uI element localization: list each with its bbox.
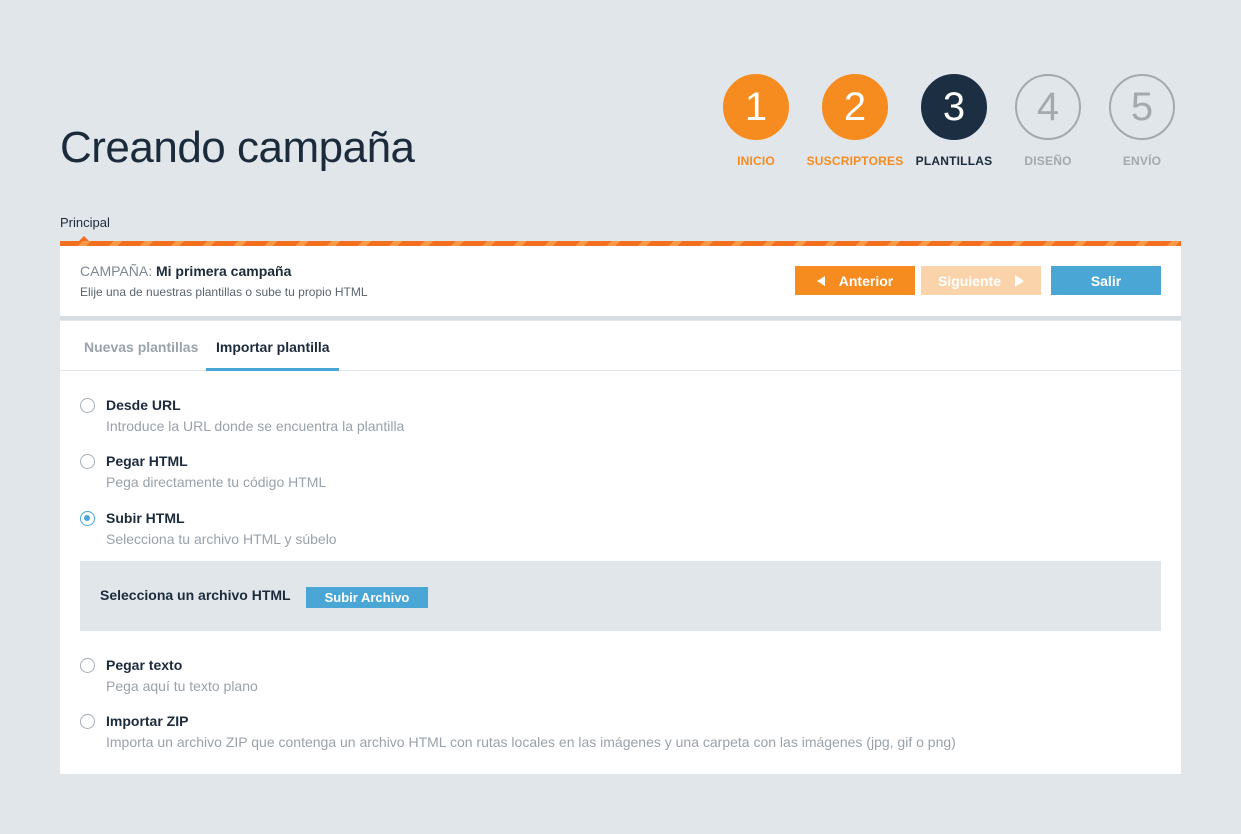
previous-label: Anterior (838, 272, 894, 289)
radio-subir-html[interactable] (80, 511, 95, 526)
upload-file-button[interactable]: Subir Archivo (306, 587, 428, 608)
step-label: INICIO (737, 154, 775, 168)
option-title: Pegar HTML (106, 453, 188, 469)
step-envio[interactable]: 5 ENVÍO (1087, 74, 1197, 168)
option-description: Pega directamente tu código HTML (106, 474, 327, 490)
radio-pegar-html[interactable] (80, 454, 95, 469)
next-button[interactable]: Siguiente (921, 266, 1041, 295)
upload-label: Selecciona un archivo HTML (100, 587, 291, 603)
option-title: Importar ZIP (106, 713, 189, 729)
import-panel: Nuevas plantillas Importar plantilla Des… (60, 321, 1181, 774)
step-number: 2 (822, 74, 888, 140)
template-tabs: Nuevas plantillas Importar plantilla (60, 321, 1181, 371)
upload-box: Selecciona un archivo HTML Subir Archivo (80, 561, 1161, 631)
option-description: Importa un archivo ZIP que contenga un a… (106, 734, 956, 750)
radio-importar-zip[interactable] (80, 714, 95, 729)
campaign-title: CAMPAÑA: Mi primera campaña (80, 263, 291, 279)
radio-pegar-texto[interactable] (80, 658, 95, 673)
option-title: Subir HTML (106, 510, 185, 526)
campaign-header: CAMPAÑA: Mi primera campaña Elije una de… (60, 246, 1181, 320)
option-title: Pegar texto (106, 657, 183, 673)
arrow-left-icon (816, 275, 825, 286)
campaign-name: Mi primera campaña (155, 263, 292, 279)
step-number: 3 (921, 74, 987, 140)
campaign-prefix: CAMPAÑA: (80, 263, 153, 279)
step-suscriptores[interactable]: 2 SUSCRIPTORES (800, 74, 910, 168)
step-inicio[interactable]: 1 INICIO (701, 74, 811, 168)
arrow-right-icon (1015, 274, 1024, 287)
step-number: 1 (723, 74, 789, 140)
option-description: Introduce la URL donde se encuentra la p… (106, 418, 405, 434)
previous-button[interactable]: Anterior (795, 266, 915, 295)
campaign-subtitle: Elije una de nuestras plantillas o sube … (80, 285, 368, 299)
step-number: 5 (1109, 74, 1175, 140)
step-number: 4 (1015, 74, 1081, 140)
option-description: Selecciona tu archivo HTML y súbelo (106, 531, 337, 547)
exit-button[interactable]: Salir (1051, 266, 1161, 295)
section-tab-label: Principal (60, 215, 110, 230)
section-tab-principal[interactable]: Principal (60, 215, 110, 241)
option-description: Pega aquí tu texto plano (106, 678, 258, 694)
option-title: Desde URL (106, 397, 181, 413)
step-label: SUSCRIPTORES (806, 154, 904, 168)
next-label: Siguiente (937, 272, 1001, 289)
tab-nuevas-plantillas[interactable]: Nuevas plantillas (84, 339, 198, 355)
step-label: ENVÍO (1122, 154, 1162, 168)
active-tab-indicator (206, 368, 339, 371)
tab-importar-plantilla[interactable]: Importar plantilla (216, 339, 330, 355)
wizard-steps: 1 INICIO 2 SUSCRIPTORES 3 PLANTILLAS 4 D… (0, 74, 1241, 184)
radio-desde-url[interactable] (80, 398, 95, 413)
